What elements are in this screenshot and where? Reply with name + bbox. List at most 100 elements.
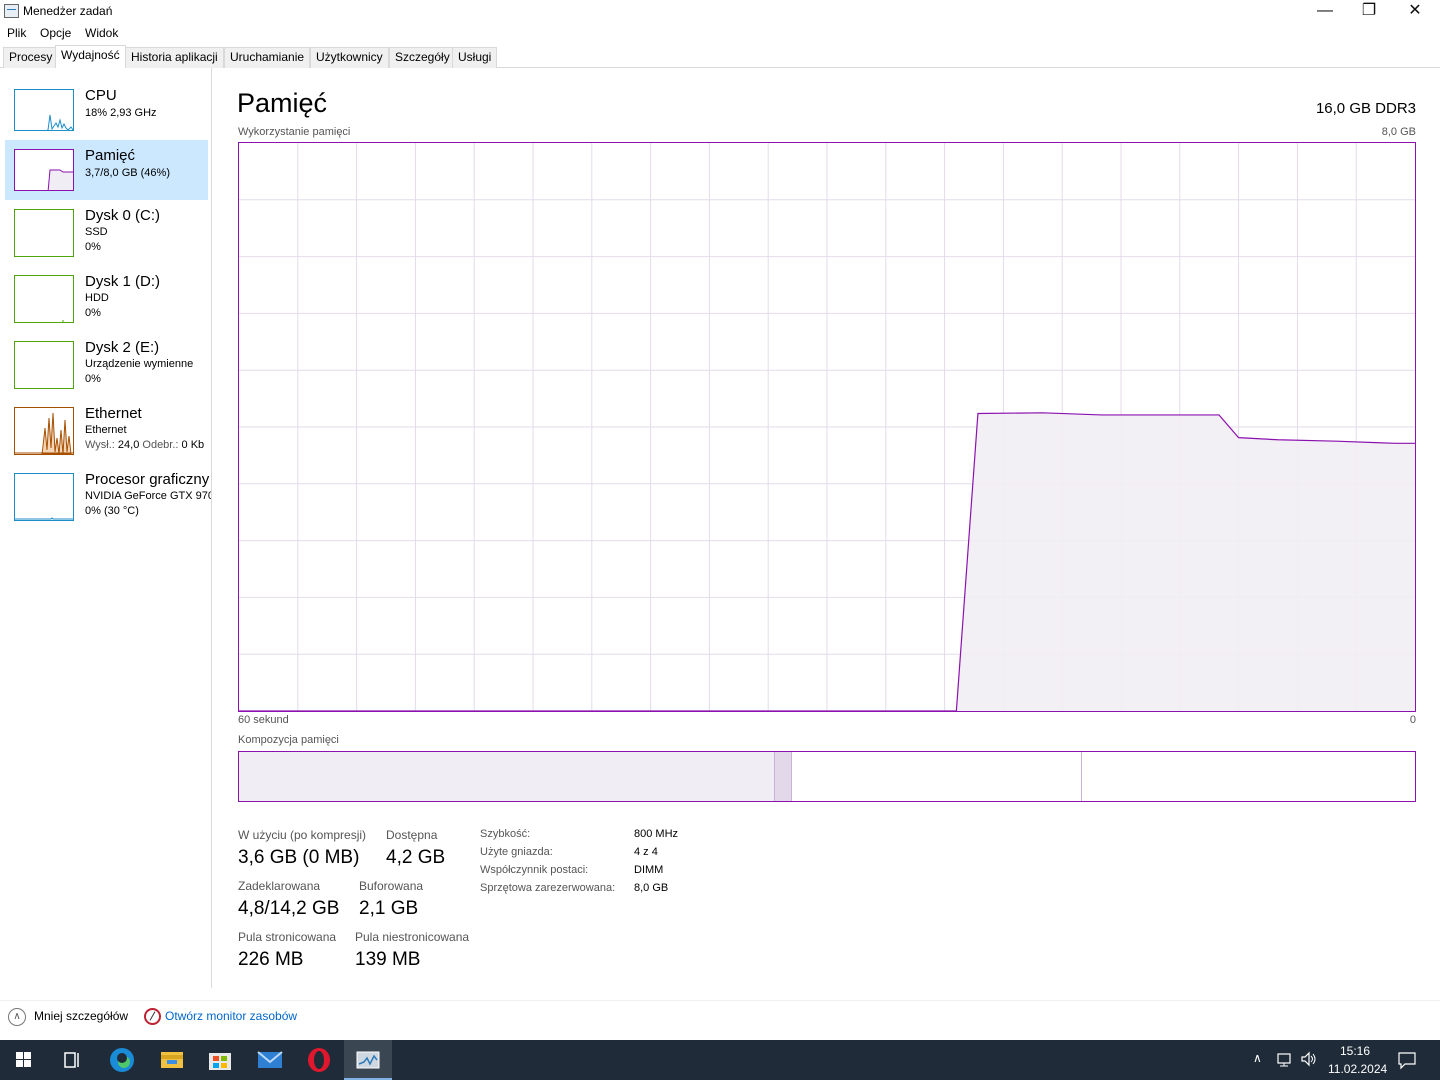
sidebar-disk0-title: Dysk 0 (C:)	[85, 207, 160, 224]
close-button[interactable]: ✕	[1392, 0, 1438, 24]
menu-bar: Plik Opcje Widok	[0, 24, 1440, 44]
memory-usage-chart	[238, 142, 1416, 712]
composition-free[interactable]	[1081, 752, 1415, 801]
sidebar-item-gpu[interactable]: Procesor graficzny NVIDIA GeForce GTX 97…	[5, 464, 211, 524]
sidebar-gpu-title: Procesor graficzny	[85, 471, 210, 488]
memory-composition-bar	[238, 751, 1416, 802]
sidebar-memory-title: Pamięć	[85, 147, 136, 164]
nonpaged-pool-label: Pula niestronicowana	[355, 930, 470, 944]
sidebar-disk0-type: SSD	[85, 226, 108, 238]
chart-time-right: 0	[1409, 714, 1416, 726]
mail-icon[interactable]	[246, 1040, 294, 1080]
sidebar-cpu-title: CPU	[85, 87, 117, 104]
usage-chart-max: 8,0 GB	[1381, 126, 1416, 138]
chevron-up-icon[interactable]: ∧	[8, 1008, 26, 1026]
disk0-thumbnail-graph	[14, 209, 74, 257]
sidebar-item-cpu[interactable]: CPU 18% 2,93 GHz	[5, 80, 208, 140]
chevron-up-tray-icon[interactable]: ∧	[1253, 1051, 1262, 1065]
cached-label: Buforowana	[359, 879, 424, 893]
task-view-icon[interactable]	[48, 1040, 96, 1080]
sidebar-disk2-type: Urządzenie wymienne	[85, 358, 194, 370]
chart-time-left: 60 sekund	[238, 714, 289, 726]
form-factor-value: DIMM	[634, 864, 664, 876]
memory-thumbnail-graph	[14, 149, 74, 191]
sidebar-gpu-usage: 0% (30 °C)	[85, 505, 139, 517]
windows-start-icon[interactable]	[0, 1040, 48, 1080]
sidebar-disk1-title: Dysk 1 (D:)	[85, 273, 160, 290]
ethernet-thumbnail-graph	[14, 407, 74, 455]
open-resource-monitor-link[interactable]: Otwórz monitor zasobów	[165, 1009, 297, 1023]
sidebar-disk2-usage: 0%	[85, 373, 101, 385]
fewer-details-button[interactable]: Mniej szczegółów	[34, 1009, 128, 1023]
sidebar-disk0-usage: 0%	[85, 241, 101, 253]
paged-pool-value: 226 MB	[238, 949, 304, 970]
clock-date[interactable]: 11.02.2024	[1328, 1062, 1387, 1076]
composition-in-use[interactable]	[239, 752, 775, 801]
file-explorer-icon[interactable]	[148, 1040, 196, 1080]
composition-standby[interactable]	[790, 752, 1081, 801]
disk1-thumbnail-graph	[14, 275, 74, 323]
edge-icon[interactable]	[98, 1040, 146, 1080]
memory-detail-panel: Pamięć 16,0 GB DDR3 Wykorzystanie pamięc…	[213, 68, 1440, 988]
tab-app-history[interactable]: Historia aplikacji	[125, 47, 224, 68]
volume-icon[interactable]	[1300, 1050, 1318, 1071]
hardware-reserved-label: Sprzętowa zarezerwowana:	[480, 882, 616, 894]
menu-options[interactable]: Opcje	[40, 26, 71, 40]
menu-file[interactable]: Plik	[7, 26, 26, 40]
slots-value: 4 z 4	[634, 846, 658, 858]
speed-label: Szybkość:	[480, 828, 531, 840]
network-icon[interactable]	[1276, 1050, 1294, 1071]
composition-modified[interactable]	[774, 752, 791, 801]
sidebar-disk2-title: Dysk 2 (E:)	[85, 339, 160, 356]
composition-label: Kompozycja pamięci	[238, 734, 339, 746]
tab-startup[interactable]: Uruchamianie	[224, 47, 311, 68]
sidebar-item-ethernet[interactable]: Ethernet Ethernet Wysł.: 24,0 Odebr.: 0 …	[5, 398, 208, 458]
gpu-thumbnail-graph	[14, 473, 74, 521]
sidebar-item-disk2[interactable]: Dysk 2 (E:) Urządzenie wymienne 0%	[5, 332, 208, 392]
sidebar-disk1-usage: 0%	[85, 307, 101, 319]
taskbar: ∧ 15:16 11.02.2024	[0, 1040, 1440, 1080]
opera-icon[interactable]	[295, 1040, 343, 1080]
nonpaged-pool-value: 139 MB	[355, 949, 421, 970]
sidebar-memory-usage: 3,7/8,0 GB (46%)	[85, 167, 170, 179]
cached-value: 2,1 GB	[359, 898, 419, 919]
task-manager-app-icon	[4, 4, 19, 18]
panel-title: Pamięć	[237, 88, 328, 118]
sidebar-disk1-type: HDD	[85, 292, 109, 304]
minimize-button[interactable]: —	[1302, 0, 1348, 24]
available-value: 4,2 GB	[386, 847, 446, 868]
available-label: Dostępna	[386, 828, 438, 842]
paged-pool-label: Pula stronicowana	[238, 930, 337, 944]
tab-services[interactable]: Usługi	[452, 47, 498, 68]
disk2-thumbnail-graph	[14, 341, 74, 389]
sidebar-ethernet-name: Ethernet	[85, 424, 127, 436]
sidebar-cpu-usage: 18% 2,93 GHz	[85, 107, 157, 119]
speed-value: 800 MHz	[634, 828, 679, 840]
tab-performance[interactable]: Wydajność	[55, 45, 126, 68]
tab-details[interactable]: Szczegóły	[389, 47, 456, 68]
sidebar-gpu-name: NVIDIA GeForce GTX 970	[85, 490, 212, 502]
clock-time[interactable]: 15:16	[1340, 1044, 1370, 1058]
menu-view[interactable]: Widok	[85, 26, 118, 40]
sidebar-item-disk1[interactable]: Dysk 1 (D:) HDD 0%	[5, 266, 208, 326]
hardware-reserved-value: 8,0 GB	[634, 882, 669, 894]
sidebar-ethernet-throughput: Wysł.: 24,0 Odebr.: 0 Kb	[85, 439, 205, 451]
store-icon[interactable]	[196, 1040, 244, 1080]
slots-label: Użyte gniazda:	[480, 846, 553, 858]
sidebar-item-disk0[interactable]: Dysk 0 (C:) SSD 0%	[5, 200, 208, 260]
form-factor-label: Współczynnik postaci:	[480, 864, 589, 876]
task-manager-icon[interactable]	[344, 1040, 392, 1080]
in-use-label: W użyciu (po kompresji)	[238, 828, 367, 842]
footer-bar: ∧ Mniej szczegółów Otwórz monitor zasobó…	[0, 1000, 1440, 1036]
tab-processes[interactable]: Procesy	[3, 47, 59, 68]
action-center-icon[interactable]	[1397, 1050, 1417, 1073]
title-bar: Menedżer zadań — ❐ ✕	[0, 0, 1440, 24]
sidebar-ethernet-title: Ethernet	[85, 405, 142, 422]
performance-sidebar: CPU 18% 2,93 GHz Pamięć 3,7/8,0 GB (46%)…	[0, 68, 212, 988]
sidebar-item-memory[interactable]: Pamięć 3,7/8,0 GB (46%)	[5, 140, 208, 200]
tab-users[interactable]: Użytkownicy	[310, 47, 389, 68]
window-title: Menedżer zadań	[23, 4, 113, 18]
committed-value: 4,8/14,2 GB	[238, 898, 340, 919]
maximize-button[interactable]: ❐	[1346, 0, 1392, 24]
memory-capacity: 16,0 GB DDR3	[1315, 100, 1416, 117]
